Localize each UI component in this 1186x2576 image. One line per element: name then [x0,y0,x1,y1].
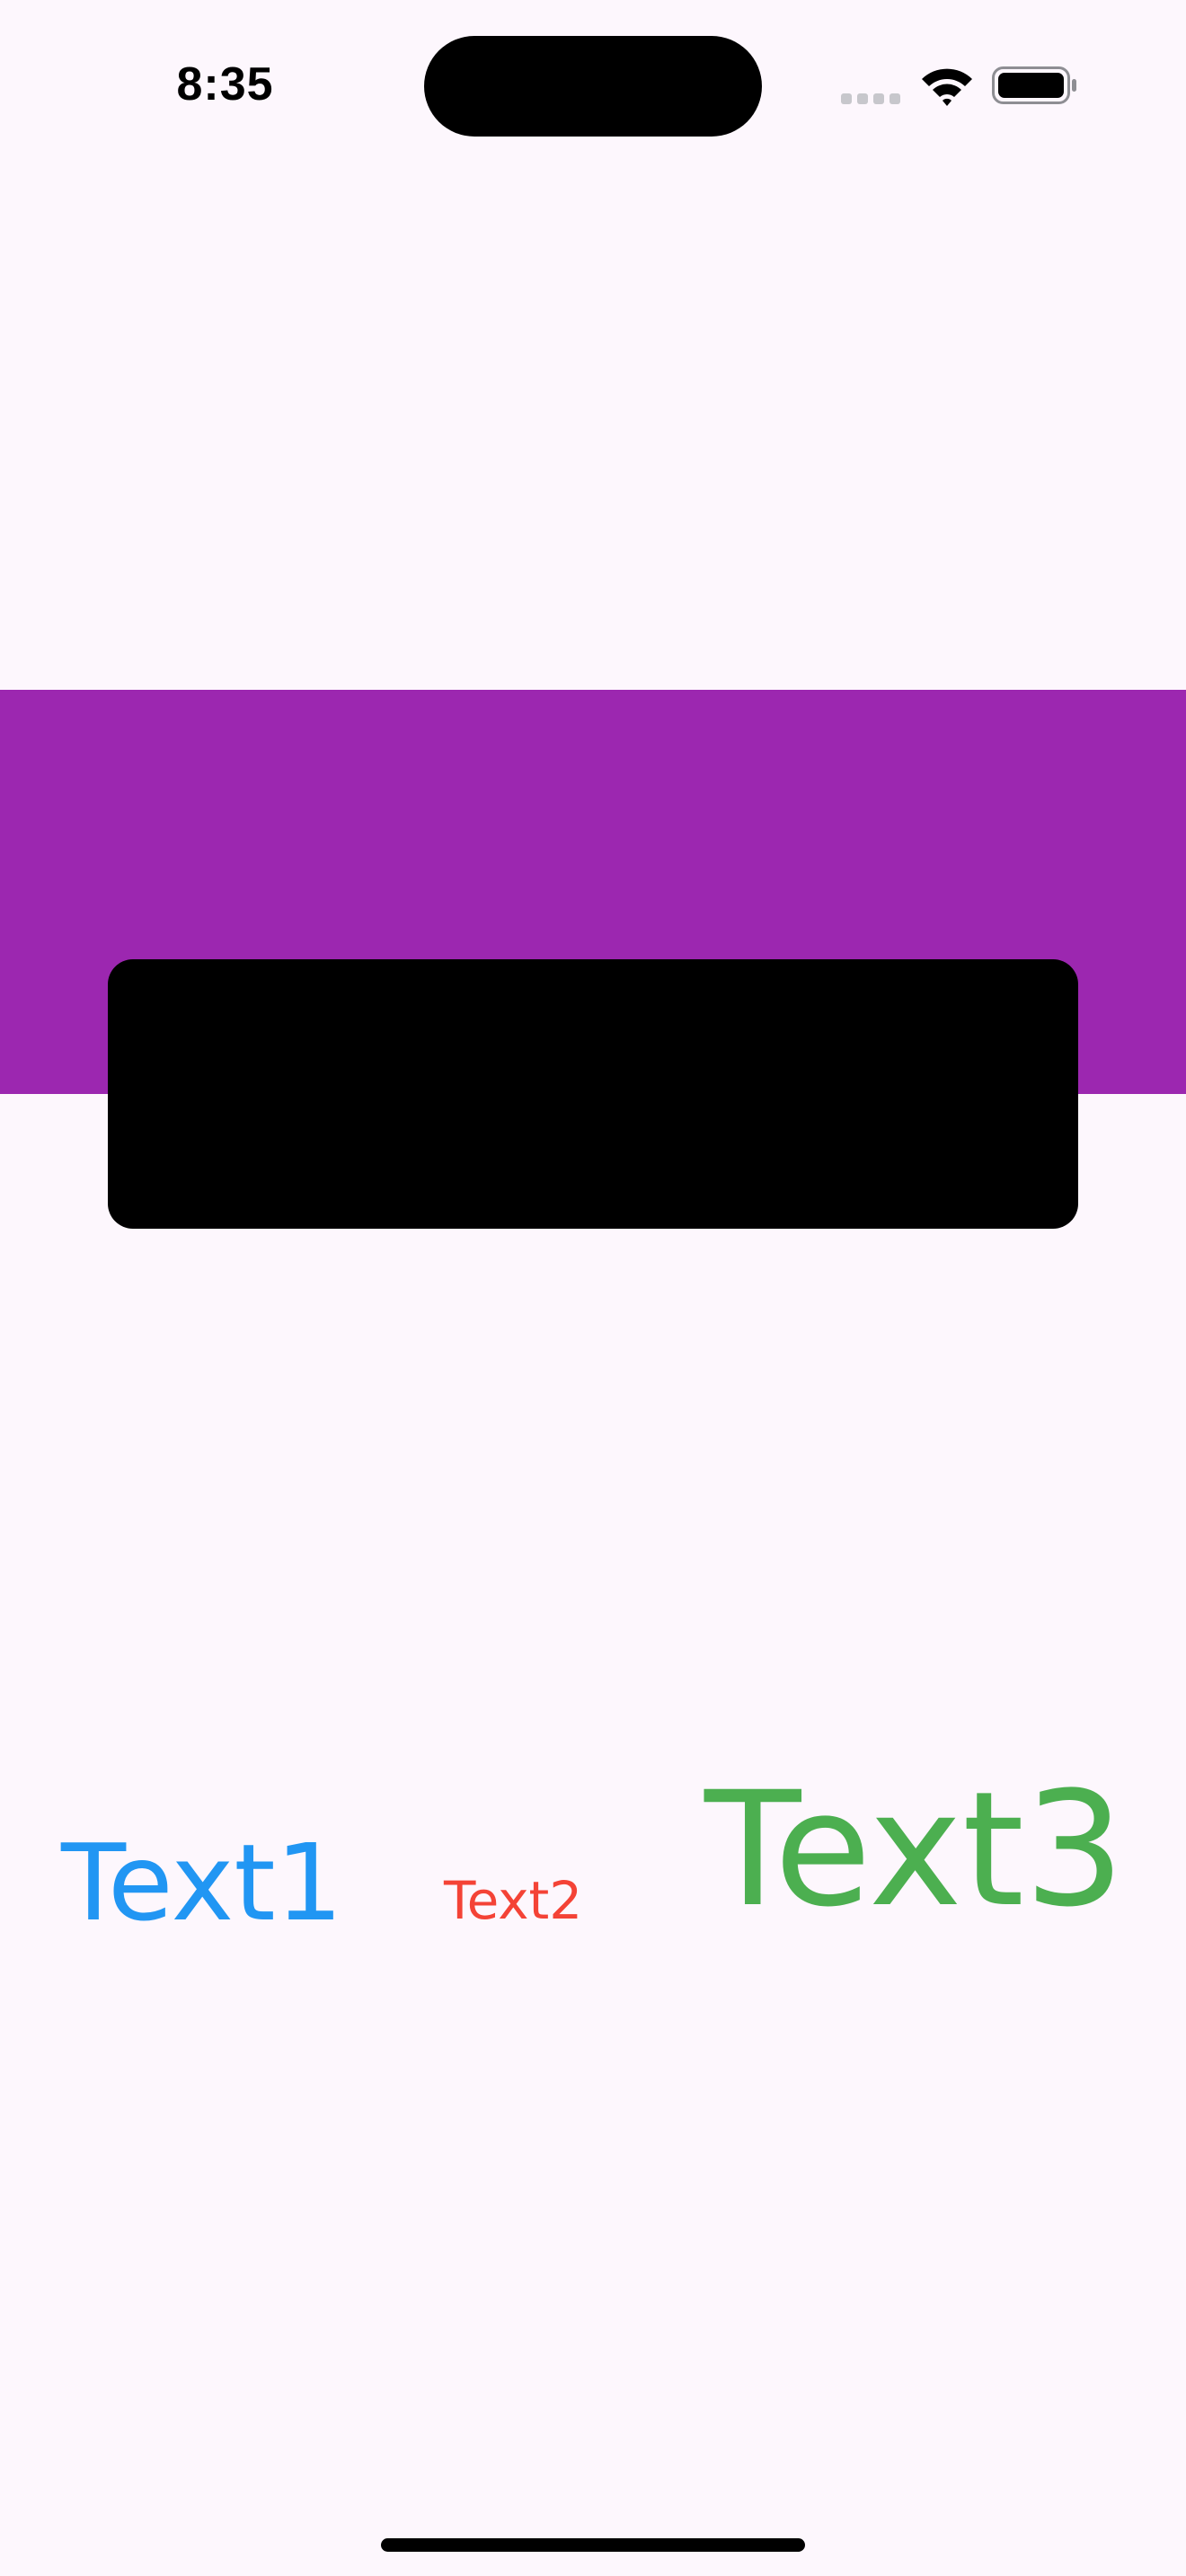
text3-label: Text3 [704,1758,1125,1942]
text2-label: Text2 [444,1870,583,1931]
battery-icon [992,66,1076,104]
black-card [108,959,1078,1229]
status-time: 8:35 [176,58,274,110]
status-bar: 8:35 [0,0,1186,171]
dynamic-island [424,36,762,137]
cellular-signal-icon [841,93,902,104]
text1-label: Text1 [61,1821,343,1945]
home-indicator[interactable] [381,2538,805,2552]
wifi-icon [922,68,972,106]
